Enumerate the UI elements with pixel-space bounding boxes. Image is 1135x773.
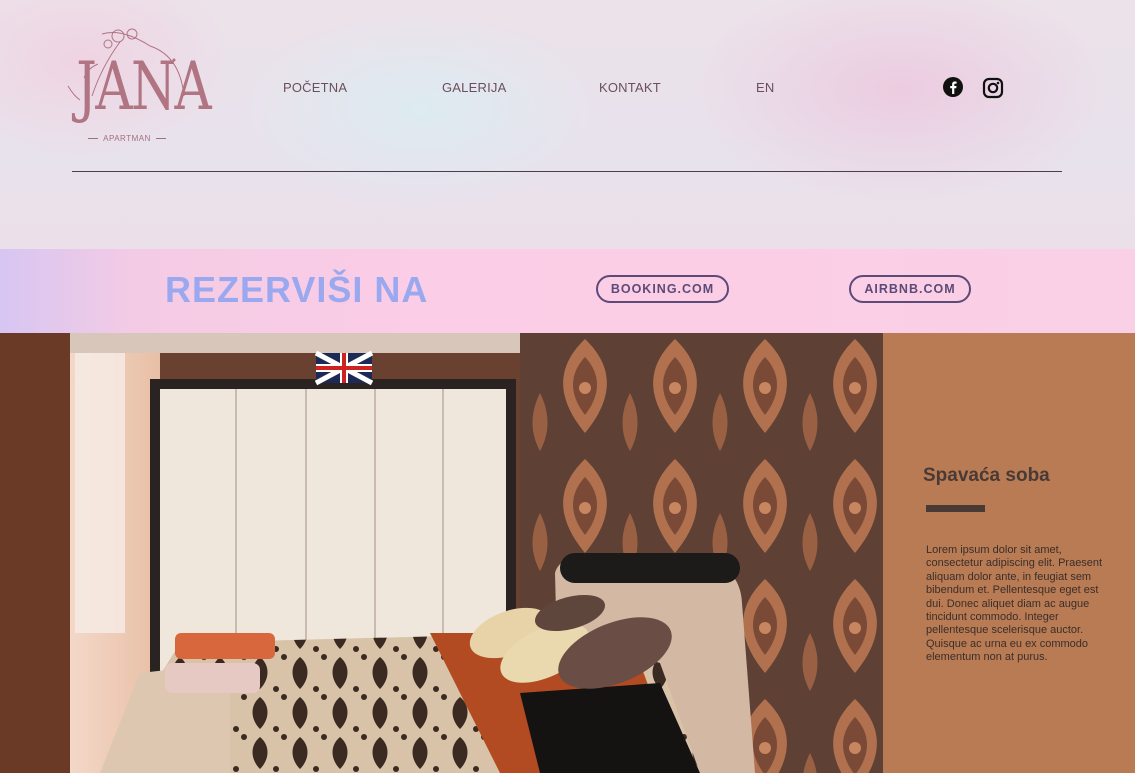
- airbnb-button[interactable]: AIRBNB.COM: [849, 275, 971, 303]
- header-divider: [72, 171, 1062, 172]
- title-underline: [926, 505, 985, 512]
- instagram-icon[interactable]: [982, 77, 1004, 99]
- nav-link-kontakt[interactable]: KONTAKT: [599, 80, 661, 95]
- nav-link-galerija[interactable]: GALERIJA: [442, 80, 506, 95]
- jana-logo[interactable]: JANA APARTMAN: [62, 26, 212, 150]
- booking-strip: REZERVIŠI NA BOOKING.COM AIRBNB.COM: [0, 249, 1135, 333]
- booking-title: REZERVIŠI NA: [165, 269, 429, 310]
- room-title: Spavaća soba: [923, 465, 1050, 486]
- nav-link-pocetna[interactable]: POČETNA: [283, 80, 347, 95]
- booking-com-button[interactable]: BOOKING.COM: [596, 275, 729, 303]
- language-switch-en[interactable]: EN: [756, 80, 774, 95]
- bedroom-image: [0, 333, 883, 773]
- logo-wordmark: JANA: [76, 48, 211, 125]
- facebook-icon[interactable]: [942, 76, 964, 98]
- room-description: Lorem ipsum dolor sit amet, consectetur …: [926, 544, 1103, 664]
- site-header: JANA APARTMAN POČETNA GALERIJA KONTAKT E…: [0, 0, 1135, 249]
- room-info-panel: Spavaća soba Lorem ipsum dolor sit amet,…: [883, 333, 1135, 773]
- logo-subtitle: APARTMAN: [62, 134, 192, 143]
- bedroom-photo: [0, 333, 883, 773]
